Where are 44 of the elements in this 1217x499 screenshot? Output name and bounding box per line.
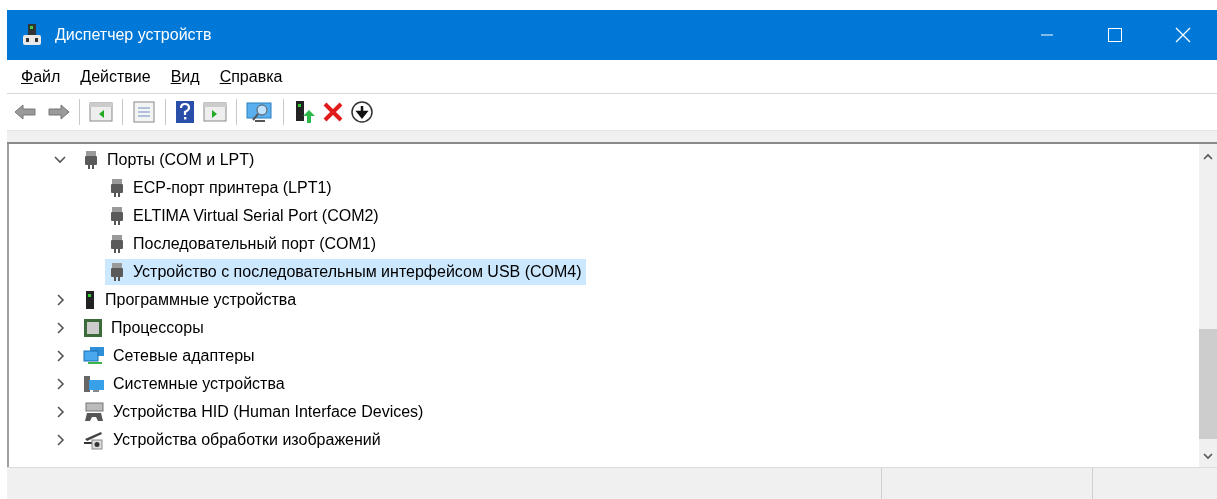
tree-item[interactable]: ECP-порт принтера (LPT1): [129, 176, 336, 200]
keyboard-icon: [83, 402, 105, 422]
scrollbar-thumb[interactable]: [1199, 329, 1217, 439]
download-icon[interactable]: [350, 100, 374, 124]
expand-icon[interactable]: [54, 350, 66, 362]
window-title: Диспетчер устройств: [55, 26, 213, 44]
network-icon: [83, 346, 105, 366]
port-icon: [109, 178, 125, 198]
tree-pane-icon[interactable]: [88, 100, 114, 124]
app-icon: [21, 23, 43, 47]
tree-item[interactable]: Системные устройства: [109, 372, 289, 396]
tree-item[interactable]: Процессоры: [107, 316, 208, 340]
tree-item[interactable]: Устройства обработки изображений: [109, 428, 385, 452]
maximize-icon: [1108, 28, 1122, 42]
port-icon: [109, 262, 125, 282]
camera-icon: [83, 430, 105, 450]
collapse-icon[interactable]: [54, 154, 66, 166]
tree-item[interactable]: Сетевые адаптеры: [109, 344, 259, 368]
computer-icon: [83, 374, 105, 394]
port-icon: [109, 206, 125, 226]
expand-icon[interactable]: [54, 434, 66, 446]
tree-item[interactable]: Устройства HID (Human Interface Devices): [109, 400, 428, 424]
menu-item[interactable]: Справка: [209, 67, 293, 86]
tree-item[interactable]: Порты (COM и LPT): [103, 148, 259, 172]
scan-monitor-icon[interactable]: [245, 100, 275, 124]
chip-icon: [83, 318, 103, 338]
expand-icon[interactable]: [54, 378, 66, 390]
menu-item[interactable]: Вид: [160, 67, 210, 86]
expand-icon[interactable]: [54, 322, 66, 334]
delete-icon[interactable]: [322, 100, 344, 124]
expand-icon[interactable]: [54, 406, 66, 418]
menu-item[interactable]: Действие: [70, 67, 161, 86]
tree-item[interactable]: ELTIMA Virtual Serial Port (COM2): [129, 204, 383, 228]
scrollbar[interactable]: [1199, 144, 1217, 467]
port-icon: [109, 234, 125, 254]
close-icon: [1175, 27, 1191, 43]
device-icon: [83, 290, 97, 310]
port-icon: [83, 150, 99, 170]
action-pane-icon[interactable]: [202, 100, 228, 124]
tree-item[interactable]: Программные устройства: [101, 288, 301, 312]
help-icon[interactable]: [174, 100, 196, 124]
expand-icon[interactable]: [54, 294, 66, 306]
menu-item[interactable]: Файл: [11, 67, 71, 86]
tree-item[interactable]: Последовательный порт (COM1): [129, 232, 381, 256]
